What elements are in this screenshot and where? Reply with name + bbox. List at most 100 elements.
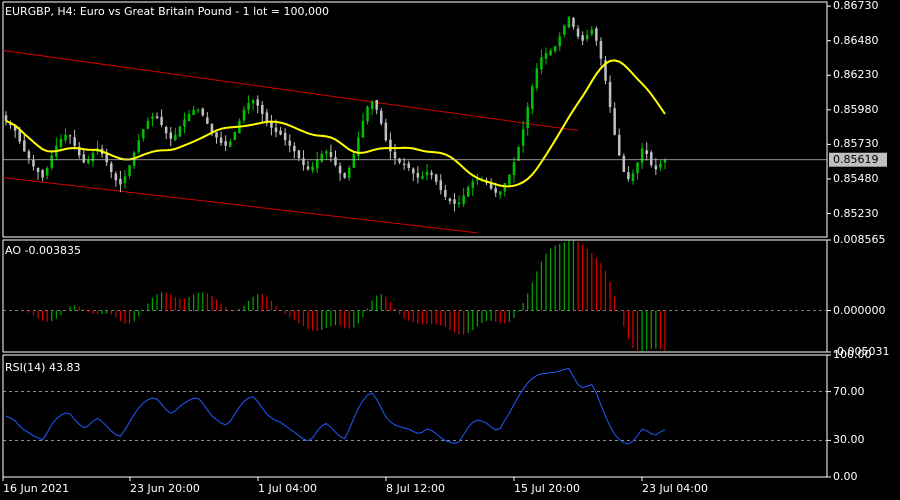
candle-body xyxy=(343,173,346,178)
candle-body xyxy=(645,150,648,155)
candle-body xyxy=(370,101,374,109)
candle-body xyxy=(563,25,566,35)
candle-body xyxy=(196,109,200,111)
candle-body xyxy=(128,165,131,176)
candle-body xyxy=(535,68,539,89)
candle-body xyxy=(73,137,76,146)
candle-body xyxy=(444,189,447,197)
candle-body xyxy=(585,35,589,40)
candle-body xyxy=(142,129,145,139)
ao-histogram xyxy=(3,240,827,352)
candle-body xyxy=(462,195,465,205)
time-tick-label: 15 Jul 20:00 xyxy=(514,482,580,495)
candle-body xyxy=(553,46,557,52)
candle-body xyxy=(457,202,461,205)
candle-body xyxy=(407,163,410,168)
time-tick-label: 23 Jun 20:00 xyxy=(130,482,200,495)
candle-body xyxy=(315,159,319,169)
candle-body xyxy=(558,36,562,47)
candle-body xyxy=(494,188,497,193)
candle-body xyxy=(233,131,237,141)
candle-body xyxy=(654,165,658,170)
candle-body xyxy=(279,130,282,135)
candle-body xyxy=(87,159,90,164)
candle-body xyxy=(306,166,310,170)
candle-body xyxy=(91,152,95,162)
candle-body xyxy=(572,17,575,27)
candle-body xyxy=(521,129,525,146)
candle-body xyxy=(549,50,552,56)
rsi-tick-label: 70.00 xyxy=(833,384,865,398)
candle-body xyxy=(636,162,639,174)
price-tick-label: 0.86230 xyxy=(833,68,879,82)
candle-body xyxy=(503,183,507,192)
candle-body xyxy=(283,132,287,141)
candle-body xyxy=(228,141,232,147)
candle-body xyxy=(425,172,429,176)
candle-body xyxy=(393,151,397,159)
candle-body xyxy=(599,40,603,59)
candle-body xyxy=(155,116,159,119)
candle-body xyxy=(329,152,333,157)
ao-tick-label: 0.008565 xyxy=(833,233,886,246)
candle-body xyxy=(247,102,250,110)
candle-body xyxy=(439,180,443,190)
candlestick-series xyxy=(4,16,667,212)
candle-body xyxy=(59,138,63,147)
candle-body xyxy=(517,147,520,161)
candle-body xyxy=(164,127,168,134)
candle-body xyxy=(146,120,150,129)
candle-body xyxy=(4,115,8,121)
ao-tick-label: 0.000000 xyxy=(833,303,886,317)
candle-body xyxy=(210,124,214,132)
candle-body xyxy=(297,150,301,159)
price-tick-label: 0.86730 xyxy=(833,0,879,13)
panel-frame-2 xyxy=(2,354,828,478)
candle-body xyxy=(613,108,616,135)
candle-body xyxy=(650,152,653,166)
candle-body xyxy=(421,176,424,179)
panel-frames xyxy=(2,1,831,481)
rsi-line xyxy=(5,367,666,445)
candle-body xyxy=(32,159,35,167)
panel-frame-0 xyxy=(2,1,828,238)
time-tick-label: 8 Jul 12:00 xyxy=(386,482,445,495)
candle-body xyxy=(416,172,420,178)
candle-body xyxy=(540,57,543,70)
rsi-tick-label: 30.00 xyxy=(833,433,865,447)
candle-body xyxy=(274,127,278,132)
candle-body xyxy=(256,99,259,106)
candle-body xyxy=(219,137,223,143)
candle-body xyxy=(251,100,255,104)
candle-body xyxy=(627,172,630,179)
trading-chart xyxy=(2,1,887,481)
candle-body xyxy=(114,173,118,181)
candle-body xyxy=(45,167,49,176)
time-tick-label: 1 Jul 04:00 xyxy=(258,482,317,495)
candle-body xyxy=(109,163,113,173)
candle-body xyxy=(178,126,182,137)
candle-body xyxy=(380,110,383,124)
candle-body xyxy=(512,162,516,176)
candle-body xyxy=(361,120,365,138)
candle-body xyxy=(293,145,296,152)
candle-body xyxy=(608,81,612,108)
candle-body xyxy=(453,199,456,204)
price-tick-label: 0.85480 xyxy=(833,171,879,185)
candle-body xyxy=(471,181,475,188)
candle-body xyxy=(526,107,529,129)
candle-body xyxy=(508,174,511,185)
candle-body xyxy=(617,134,621,156)
candle-body xyxy=(567,17,571,28)
candle-body xyxy=(590,29,594,35)
candle-body xyxy=(224,141,227,146)
candle-body xyxy=(398,158,401,163)
candle-body xyxy=(640,148,644,163)
time-tick-label: 23 Jul 04:00 xyxy=(642,482,708,495)
candle-body xyxy=(41,170,44,178)
ao-label: AO -0.003835 xyxy=(5,244,81,257)
candle-body xyxy=(201,108,205,116)
rsi-tick-label: 100.00 xyxy=(833,348,872,361)
candle-body xyxy=(206,117,209,124)
moving-average-line xyxy=(5,59,666,188)
